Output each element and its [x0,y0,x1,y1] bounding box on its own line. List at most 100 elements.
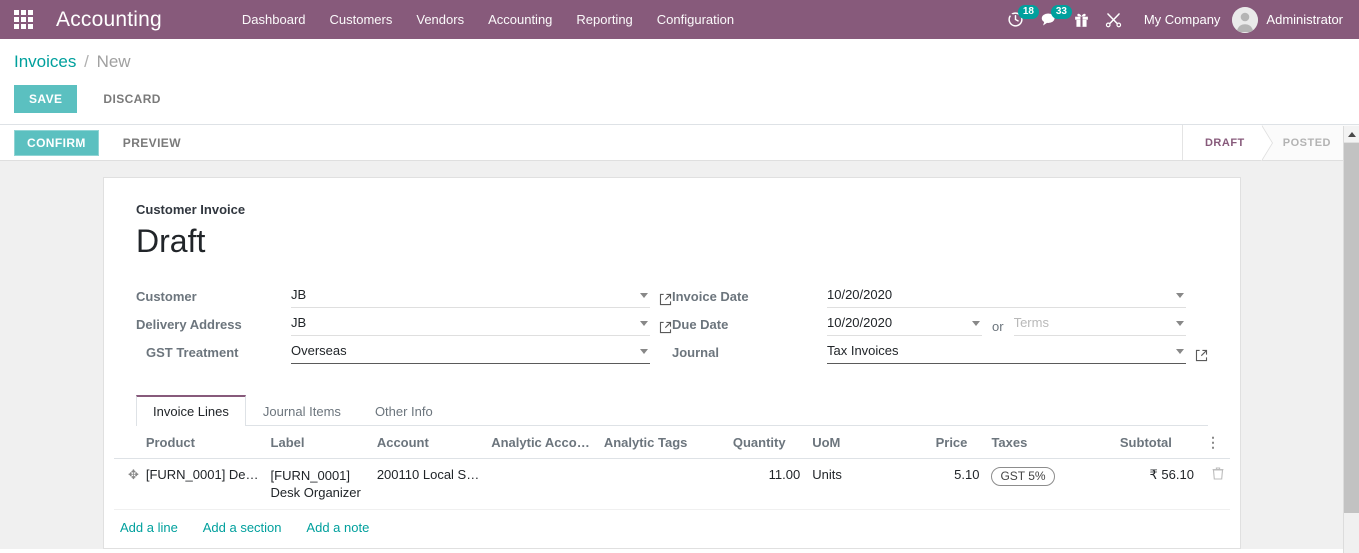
vertical-scrollbar[interactable] [1343,126,1359,553]
cell-account[interactable]: 200110 Local S… [371,459,485,510]
payment-terms-input[interactable]: Terms [1014,314,1170,334]
col-uom-header[interactable]: UoM [806,426,929,459]
col-quantity-header[interactable]: Quantity [727,426,806,459]
field-delivery-address-control[interactable]: JB [291,313,650,336]
invoice-form-sheet: Customer Invoice Draft Customer JB [103,177,1241,549]
add-a-section-button[interactable]: Add a section [203,520,282,535]
cell-label-line2: Desk Organizer [271,484,365,501]
journal-external-link-icon[interactable] [1195,349,1208,364]
vertical-dots-icon[interactable]: ⋮ [1206,436,1220,448]
chevron-down-icon[interactable] [1176,293,1184,298]
customer-input[interactable]: JB [291,286,634,306]
col-product-header[interactable]: Product [140,426,265,459]
add-a-note-button[interactable]: Add a note [306,520,369,535]
form-column-right: Invoice Date 10/20/2020 Due Date 10/20/2… [672,281,1208,365]
menu-item-reporting[interactable]: Reporting [564,0,644,39]
field-payment-terms-control[interactable]: Terms [1014,313,1186,336]
col-subtotal-header[interactable]: Subtotal [1114,426,1200,459]
stage-draft[interactable]: DRAFT [1183,125,1261,160]
gift-icon[interactable] [1066,0,1097,39]
journal-input[interactable]: Tax Invoices [827,342,1170,362]
cell-analytic-account[interactable] [485,459,598,510]
field-due-date-control[interactable]: 10/20/2020 [827,313,982,336]
app-brand-title[interactable]: Accounting [46,8,168,32]
menu-item-configuration[interactable]: Configuration [645,0,746,39]
menu-item-accounting[interactable]: Accounting [476,0,564,39]
field-gst-treatment-control[interactable]: Overseas [291,341,650,364]
customer-external-link-icon[interactable] [659,293,672,308]
menu-item-customers[interactable]: Customers [318,0,405,39]
scroll-up-arrow-icon[interactable] [1344,126,1359,143]
delivery-address-input[interactable]: JB [291,314,634,334]
cell-taxes[interactable]: GST 5% [985,459,1113,510]
status-badge[interactable]: GST 5% [991,467,1054,486]
cell-price[interactable]: 5.10 [930,459,986,510]
messages-chat-icon[interactable]: 33 [1032,0,1066,39]
col-analytic-account-header[interactable]: Analytic Acco… [485,426,598,459]
main-menu: Dashboard Customers Vendors Accounting R… [230,0,746,39]
stage-indicator: DRAFT POSTED [1183,125,1359,160]
developer-tools-icon[interactable] [1097,0,1130,39]
tab-other-info[interactable]: Other Info [358,395,450,426]
company-selector[interactable]: My Company [1130,12,1233,27]
save-button[interactable]: SAVE [14,85,77,113]
field-delivery-address: Delivery Address JB [136,309,672,336]
tab-invoice-lines[interactable]: Invoice Lines [136,395,246,426]
cell-analytic-tags[interactable] [598,459,727,510]
top-navbar: Accounting Dashboard Customers Vendors A… [0,0,1359,39]
confirm-button[interactable]: CONFIRM [14,130,99,156]
chevron-down-icon[interactable] [640,293,648,298]
trash-icon[interactable] [1206,468,1224,483]
navbar-right: 18 33 My Compa [999,0,1359,39]
chevron-down-icon[interactable] [972,321,980,326]
col-handle-header [114,426,140,459]
col-analytic-tags-header[interactable]: Analytic Tags [598,426,727,459]
cell-subtotal: ₹ 56.10 [1114,459,1200,510]
breadcrumb-invoices-link[interactable]: Invoices [14,52,76,71]
menu-item-dashboard[interactable]: Dashboard [230,0,318,39]
breadcrumb: Invoices / New [14,39,1359,73]
table-row[interactable]: ✥ [FURN_0001] De… [FURN_0001] Desk Organ… [114,459,1230,510]
field-journal-control[interactable]: Tax Invoices [827,341,1186,364]
cell-product[interactable]: [FURN_0001] De… [140,459,265,510]
user-menu[interactable]: Administrator [1232,7,1349,33]
add-a-line-button[interactable]: Add a line [120,520,178,535]
scrollbar-thumb[interactable] [1344,143,1359,513]
col-label-header[interactable]: Label [265,426,371,459]
cell-label[interactable]: [FURN_0001] Desk Organizer [265,459,371,510]
field-invoice-date-control[interactable]: 10/20/2020 [827,285,1186,308]
due-date-input[interactable]: 10/20/2020 [827,314,966,334]
drag-handle-icon[interactable]: ✥ [128,468,139,482]
menu-item-vendors[interactable]: Vendors [404,0,476,39]
chevron-down-icon[interactable] [1176,349,1184,354]
gst-treatment-select[interactable]: Overseas [291,342,634,362]
user-name-label: Administrator [1266,12,1343,27]
col-account-header[interactable]: Account [371,426,485,459]
field-delivery-address-label: Delivery Address [136,314,291,336]
breadcrumb-current: New [97,52,131,71]
cell-quantity[interactable]: 11.00 [727,459,806,510]
field-invoice-date: Invoice Date 10/20/2020 [672,281,1208,308]
field-customer-control[interactable]: JB [291,285,650,308]
cell-delete[interactable] [1200,459,1230,510]
invoice-date-input[interactable]: 10/20/2020 [827,286,1170,306]
apps-grid-icon[interactable] [0,0,46,39]
invoice-lines-table: Product Label Account Analytic Acco… Ana… [114,426,1230,547]
activity-clock-icon[interactable]: 18 [999,0,1032,39]
notebook-tabs: Invoice Lines Journal Items Other Info [136,395,1208,426]
chevron-down-icon[interactable] [1176,321,1184,326]
chevron-down-icon[interactable] [640,321,648,326]
delivery-address-external-link-icon[interactable] [659,321,672,336]
cell-uom[interactable]: Units [806,459,929,510]
col-options-header[interactable]: ⋮ [1200,426,1230,459]
invoice-lines-header: Product Label Account Analytic Acco… Ana… [114,426,1230,459]
stage-posted[interactable]: POSTED [1261,125,1347,160]
discard-button[interactable]: DISCARD [87,85,176,113]
col-taxes-header[interactable]: Taxes [985,426,1113,459]
preview-button[interactable]: PREVIEW [109,131,195,155]
document-type-label: Customer Invoice [136,202,1208,217]
tab-journal-items[interactable]: Journal Items [246,395,358,426]
row-drag-handle-cell[interactable]: ✥ [114,459,140,510]
col-price-header[interactable]: Price [930,426,986,459]
chevron-down-icon[interactable] [640,349,648,354]
